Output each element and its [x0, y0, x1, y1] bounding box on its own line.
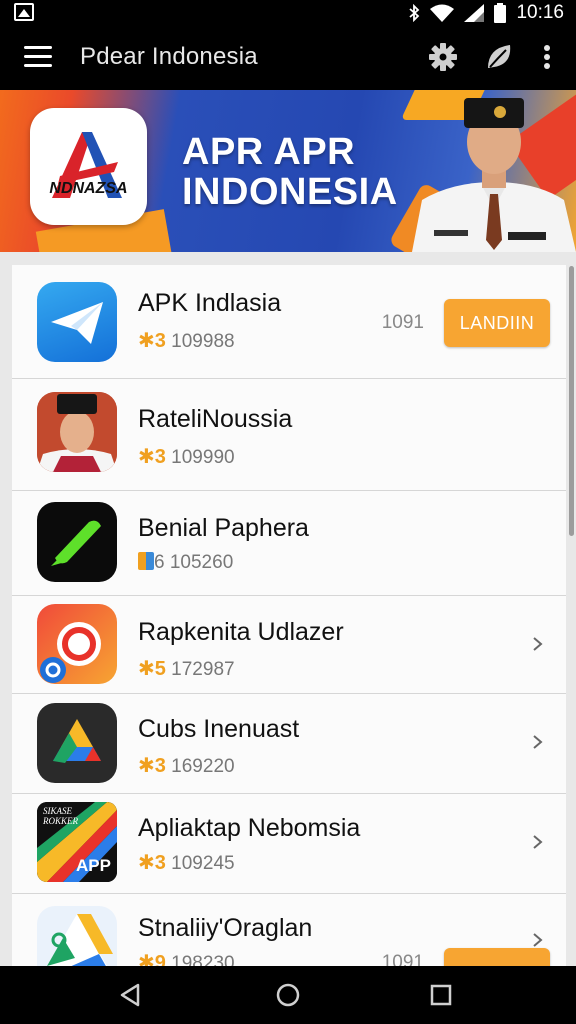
status-icons: 10:16 — [408, 2, 564, 24]
download-count: 109988 — [171, 331, 235, 352]
status-bar: 10:16 — [0, 0, 576, 26]
headline-line1: APR APR — [182, 131, 356, 173]
headline-line2: INDONESIA — [182, 171, 398, 213]
rating-star: ✱3 — [138, 755, 166, 777]
hamburger-menu-icon[interactable] — [24, 46, 52, 68]
download-count: 109990 — [171, 447, 235, 468]
install-button[interactable]: LANDIIN — [444, 299, 550, 347]
gear-icon[interactable] — [426, 40, 460, 74]
list-item[interactable]: SIKASE ROKKER APP Apliaktap Nebomsia ✱3 … — [12, 794, 566, 894]
app-name: Apliaktap Nebomsia — [138, 814, 361, 842]
logo-a-icon — [52, 132, 122, 198]
side-count: 1091 — [381, 312, 424, 333]
system-nav-bar — [0, 966, 576, 1024]
app-meta: ✱3 169220 — [138, 753, 235, 778]
app-toolbar: Pdear Indonesia — [0, 26, 576, 90]
app-name: Benial Paphera — [138, 514, 309, 542]
app-meta: ✱5 172987 — [138, 656, 235, 681]
portrait-icon — [37, 392, 117, 472]
list-item[interactable]: Rapkenita Udlazer ✱5 172987 — [12, 596, 566, 694]
chevron-right-icon[interactable] — [530, 734, 546, 750]
scrollbar[interactable] — [569, 266, 574, 536]
signal-icon — [464, 4, 485, 22]
rating-star: ✱3 — [138, 330, 166, 352]
paper-plane-icon — [37, 282, 117, 362]
list-item[interactable]: RateliNoussia ✱3 109990 — [12, 379, 566, 491]
download-count: 105260 — [169, 552, 234, 573]
clock: 10:16 — [516, 2, 564, 23]
app-name: Stnaliiy'Oraglan — [138, 914, 313, 942]
toolbar-title: Pdear Indonesia — [80, 43, 258, 70]
app-name: Cubs Inenuast — [138, 715, 300, 743]
drive-colorful-icon — [37, 906, 117, 966]
app-meta: ✱3 109245 — [138, 850, 235, 875]
rating-star: ✱3 — [138, 852, 166, 874]
app-meta: ✱9 198230 — [138, 950, 235, 966]
app-meta: ✱3 109990 — [138, 444, 235, 469]
back-icon[interactable] — [116, 980, 146, 1010]
rating-star: ✱3 — [138, 446, 166, 468]
bluetooth-icon — [409, 4, 420, 22]
app-icon-label: APP — [76, 856, 111, 875]
drive-triangle-icon — [37, 703, 117, 783]
recents-icon[interactable] — [426, 980, 456, 1010]
app-stripes-icon: SIKASE ROKKER APP — [37, 802, 117, 882]
red-ring-icon — [37, 604, 117, 684]
install-button[interactable] — [444, 948, 550, 966]
side-count: 1091 — [381, 952, 424, 966]
download-count: 198230 — [171, 953, 235, 966]
wifi-icon — [430, 4, 455, 22]
leaf-icon[interactable] — [482, 40, 516, 74]
list-item[interactable]: Stnaliiy'Oraglan ✱9 198230 1091 — [12, 894, 566, 966]
list-item[interactable]: APK Indlasia ✱3 109988 1091 LANDIIN — [12, 265, 566, 379]
category-icon — [138, 552, 154, 570]
image-icon — [14, 3, 34, 21]
green-marker-icon — [37, 502, 117, 582]
rating-star: ✱5 — [138, 658, 166, 680]
download-count: 169220 — [171, 756, 235, 777]
chevron-right-icon[interactable] — [530, 834, 546, 850]
banner-headline: APR APR INDONESIA — [182, 132, 398, 212]
rating-star: 6 — [154, 552, 165, 573]
promo-banner[interactable]: NDNAZSA APR APR INDONESIA — [0, 90, 576, 252]
download-count: 172987 — [171, 659, 235, 680]
app-icon-small-text: SIKASE ROKKER — [43, 806, 78, 826]
chevron-right-icon[interactable] — [530, 932, 546, 948]
app-meta: ✱3 109988 — [138, 328, 235, 353]
app-name: RateliNoussia — [138, 405, 293, 433]
download-count: 109245 — [171, 853, 235, 874]
app-name: APK Indlasia — [138, 289, 282, 317]
app-meta: 6 105260 — [138, 552, 233, 574]
list-item[interactable]: Cubs Inenuast ✱3 169220 — [12, 694, 566, 794]
battery-icon — [494, 3, 507, 23]
logo-text: NDNAZSA — [49, 180, 128, 197]
home-icon[interactable] — [273, 980, 303, 1010]
official-portrait-image — [412, 98, 576, 252]
chevron-right-icon[interactable] — [530, 636, 546, 652]
more-vert-icon[interactable] — [530, 40, 564, 74]
app-name: Rapkenita Udlazer — [138, 618, 344, 646]
rating-star: ✱9 — [138, 952, 166, 966]
banner-logo: NDNAZSA — [30, 108, 147, 225]
list-item[interactable]: Benial Paphera 6 105260 — [12, 491, 566, 596]
